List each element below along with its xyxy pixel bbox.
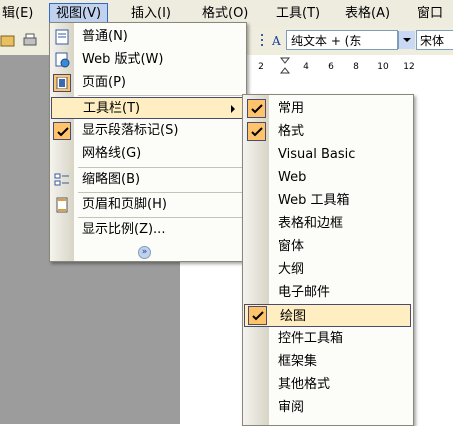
svg-text:A: A	[272, 34, 281, 48]
toolbar-item-web-tools[interactable]: Web 工具箱	[243, 189, 411, 212]
menu-window[interactable]: 窗口	[411, 4, 449, 24]
web-layout-icon	[55, 52, 70, 68]
style-value: 纯文本 + (东	[291, 34, 362, 48]
menu-item-label: 普通(N)	[82, 29, 128, 44]
toolbar-item-label: 格式	[278, 124, 305, 139]
toolbar-item-label: 电子邮件	[278, 285, 331, 300]
menu-item-toolbars[interactable]: 工具栏(T)	[51, 97, 244, 119]
toolbar-item-web[interactable]: Web	[243, 166, 411, 189]
toolbar-item-label: 控件工具箱	[278, 331, 344, 346]
check-icon	[53, 122, 71, 140]
ruler-label: 6	[328, 62, 334, 72]
toolbar-grip-icon[interactable]	[258, 32, 268, 48]
toolbar-item-drawing[interactable]: 绘图	[244, 304, 411, 327]
expand-menu-chevron-icon[interactable]: »	[138, 246, 151, 259]
style-dropdown[interactable]: 纯文本 + (东	[286, 30, 398, 50]
check-icon	[247, 99, 266, 118]
menu-item-label: 网格线(G)	[82, 146, 142, 161]
menu-item-page-layout[interactable]: 页面(P)	[50, 72, 244, 94]
toolbar-item-frames[interactable]: 框架集	[243, 350, 411, 373]
menu-item-label: Web 版式(W)	[82, 52, 164, 67]
toolbar-item-label: Web 工具箱	[278, 193, 350, 208]
toolbar-item-tables-and-borders[interactable]: 表格和边框	[243, 212, 411, 235]
submenu-arrow-icon	[231, 105, 235, 113]
menu-format[interactable]: 格式(O)	[196, 4, 254, 24]
toolbar-item-label: 常用	[278, 101, 305, 116]
styles-pane-icon[interactable]: A	[272, 32, 286, 48]
menu-separator	[78, 192, 244, 193]
header-footer-icon	[56, 197, 68, 213]
menu-edit[interactable]: 辑(E)	[0, 4, 39, 24]
menu-item-zoom[interactable]: 显示比例(Z)...	[50, 219, 244, 241]
toolbar-item-label: 绘图	[280, 309, 307, 324]
chevron-down-icon	[403, 38, 411, 42]
menu-separator	[78, 95, 244, 96]
toolbar-item-outline[interactable]: 大纲	[243, 258, 411, 281]
ruler-label: 12	[403, 62, 415, 72]
menu-table[interactable]: 表格(A)	[339, 4, 396, 24]
toolbar-item-label: Visual Basic	[278, 147, 356, 162]
menu-separator	[78, 217, 244, 218]
thumbnails-icon	[54, 173, 69, 186]
ruler-label: 4	[303, 62, 309, 72]
menu-item-normal[interactable]: 普通(N)	[50, 26, 244, 48]
page-layout-icon	[56, 77, 68, 89]
toolbar-item-label: 其他格式	[278, 377, 331, 392]
toolbar-item-label: 窗体	[278, 239, 305, 254]
normal-view-icon	[55, 29, 69, 45]
style-dropdown-arrow[interactable]	[398, 31, 415, 49]
check-icon	[248, 306, 267, 325]
menu-item-label: 页眉和页脚(H)	[82, 197, 167, 212]
active-view-indicator	[53, 74, 71, 92]
toolbar-item-label: 框架集	[278, 354, 318, 369]
toolbar-item-forms[interactable]: 窗体	[243, 235, 411, 258]
menu-item-header-footer[interactable]: 页眉和页脚(H)	[50, 194, 244, 216]
toolbar-item-other-formatting[interactable]: 其他格式	[243, 373, 411, 396]
toolbars-submenu: 常用格式 Visual Basic Web Web 工具箱 表格和边框窗体大纲电子邮件绘…	[242, 94, 414, 426]
menu-item-gridlines[interactable]: 网格线(G)	[50, 143, 244, 165]
open-icon[interactable]	[0, 32, 16, 48]
menu-item-web-layout[interactable]: Web 版式(W)	[50, 49, 244, 71]
ruler-label: 10	[377, 62, 389, 72]
menu-item-show-paragraph-marks[interactable]: 显示段落标记(S)	[50, 120, 244, 142]
menu-insert[interactable]: 插入(I)	[125, 4, 177, 24]
view-menu: 普通(N) Web 版式(W) 页面(P) 工具栏(T) 显示段落标记(S) 网…	[49, 22, 247, 262]
print-icon[interactable]	[22, 32, 38, 48]
indent-marker-icon[interactable]	[280, 57, 290, 75]
menu-tools[interactable]: 工具(T)	[270, 4, 326, 24]
menu-item-label: 显示比例(Z)...	[82, 222, 166, 237]
menu-item-label: 显示段落标记(S)	[82, 123, 179, 138]
menu-item-label: 工具栏(T)	[83, 101, 141, 116]
ruler-label: 8	[353, 62, 359, 72]
toolbar-item-label: Web	[278, 170, 307, 185]
toolbar-item-reviewing[interactable]: 审阅	[243, 396, 411, 419]
toolbar-item-formatting[interactable]: 格式	[243, 120, 411, 143]
menu-item-thumbnails[interactable]: 缩略图(B)	[50, 169, 244, 191]
menu-separator	[78, 167, 244, 168]
toolbar-item-control-toolbox[interactable]: 控件工具箱	[243, 327, 411, 350]
check-icon	[247, 122, 266, 141]
toolbar-item-standard[interactable]: 常用	[243, 97, 411, 120]
toolbar-item-label: 审阅	[278, 400, 305, 415]
ruler-label: 2	[258, 62, 264, 72]
font-dropdown[interactable]: 宋体	[416, 30, 453, 50]
toolbar-item-visual-basic[interactable]: Visual Basic	[243, 143, 411, 166]
font-value: 宋体	[420, 34, 445, 48]
toolbar-item-label: 表格和边框	[278, 216, 344, 231]
toolbar-item-email[interactable]: 电子邮件	[243, 281, 411, 304]
menu-item-label: 页面(P)	[82, 75, 126, 90]
menu-item-label: 缩略图(B)	[82, 172, 141, 187]
toolbar-item-label: 大纲	[278, 262, 305, 277]
